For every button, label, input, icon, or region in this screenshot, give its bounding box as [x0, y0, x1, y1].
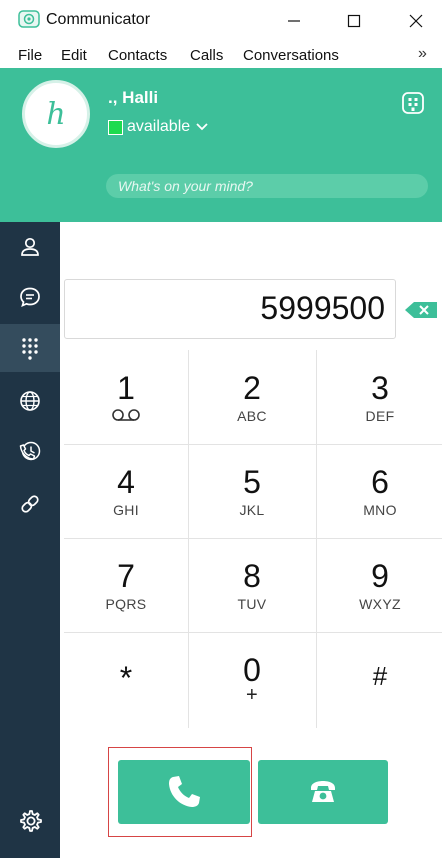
grid-divider	[316, 350, 317, 728]
profile-header: h ., Halli available	[0, 68, 442, 222]
key-9[interactable]: 9 WXYZ	[318, 538, 442, 632]
key-5[interactable]: 5 JKL	[190, 444, 314, 538]
app-icon	[18, 10, 40, 28]
settings-icon	[20, 810, 42, 832]
maximize-icon	[347, 14, 361, 28]
sidebar-item-chat[interactable]	[0, 273, 60, 321]
settings-button[interactable]	[18, 808, 44, 834]
menu-conversations[interactable]: Conversations	[243, 47, 339, 64]
status-selector[interactable]: available	[108, 118, 208, 136]
key-digit: 7	[117, 558, 135, 594]
key-1[interactable]: 1	[64, 350, 188, 444]
key-digit: 2	[243, 370, 261, 406]
key-digit: 8	[243, 558, 261, 594]
key-digit: 9	[371, 558, 389, 594]
chevron-down-icon	[196, 123, 208, 131]
key-digit: #	[372, 661, 388, 691]
key-letters: MNO	[363, 502, 397, 518]
key-0[interactable]: 0 +	[190, 632, 314, 726]
key-4[interactable]: 4 GHI	[64, 444, 188, 538]
key-letters: TUV	[237, 596, 267, 612]
sidebar-item-call-history[interactable]	[0, 428, 60, 476]
call-history-icon	[19, 441, 41, 461]
backspace-button[interactable]	[404, 301, 438, 319]
backspace-icon	[405, 302, 437, 318]
key-letters: ABC	[237, 408, 267, 424]
dialpad: 1 2 ABC 3 DEF 4 GHI 5 JKL 6 MNO 7 PQRS 8…	[64, 350, 442, 730]
key-hash[interactable]: #	[318, 632, 442, 726]
key-digit: 1	[117, 370, 135, 406]
desk-phone-button[interactable]	[258, 760, 388, 824]
chat-icon	[20, 287, 40, 307]
contacts-icon	[21, 237, 39, 256]
menu-contacts[interactable]: Contacts	[108, 47, 167, 64]
maximize-button[interactable]	[334, 6, 374, 36]
phone-icon	[169, 776, 200, 807]
sidebar-item-web[interactable]	[0, 377, 60, 425]
close-icon	[409, 14, 423, 28]
sidebar-item-links[interactable]	[0, 480, 60, 528]
key-8[interactable]: 8 TUV	[190, 538, 314, 632]
key-star[interactable]: *	[64, 632, 188, 726]
key-3[interactable]: 3 DEF	[318, 350, 442, 444]
close-button[interactable]	[396, 6, 436, 36]
key-letters: DEF	[365, 408, 395, 424]
call-button[interactable]	[118, 760, 250, 824]
dialpad-icon	[22, 338, 38, 360]
mood-input[interactable]	[106, 174, 428, 198]
menu-bar: File Edit Contacts Calls Conversations »	[0, 42, 442, 68]
window-title: Communicator	[46, 11, 151, 28]
key-digit: 6	[371, 464, 389, 500]
key-letters: JKL	[239, 502, 265, 518]
desk-phone-icon	[311, 781, 335, 802]
dialed-number: 5999500	[260, 290, 385, 326]
menu-file[interactable]: File	[18, 47, 42, 64]
sidebar-item-contacts[interactable]	[0, 223, 60, 271]
link-icon	[21, 495, 39, 513]
minimize-button[interactable]	[274, 6, 314, 36]
key-digit: 5	[243, 464, 261, 500]
status-indicator	[108, 119, 123, 135]
avatar[interactable]: h	[22, 80, 90, 148]
menu-edit[interactable]: Edit	[61, 47, 87, 64]
office-button[interactable]	[400, 90, 426, 116]
globe-icon	[20, 391, 40, 411]
voicemail-icon	[112, 409, 140, 421]
key-digit: *	[119, 660, 133, 696]
building-icon	[402, 92, 424, 114]
key-letters: WXYZ	[359, 596, 401, 612]
status-label: available	[127, 118, 191, 135]
key-7[interactable]: 7 PQRS	[64, 538, 188, 632]
grid-divider	[188, 350, 189, 728]
key-letters: PQRS	[105, 596, 147, 612]
sidebar-item-dialpad[interactable]	[0, 324, 60, 372]
minimize-icon	[288, 20, 300, 22]
user-name: ., Halli	[108, 88, 159, 107]
key-letters: GHI	[113, 502, 139, 518]
menu-calls[interactable]: Calls	[190, 47, 223, 64]
menu-overflow-button[interactable]: »	[418, 45, 427, 63]
avatar-letter: h	[46, 96, 66, 132]
key-digit: 0	[243, 652, 261, 688]
number-display[interactable]: 5999500	[64, 279, 396, 339]
title-bar: Communicator	[0, 0, 442, 42]
key-letters: +	[246, 684, 258, 706]
key-digit: 3	[371, 370, 389, 406]
sidebar	[0, 222, 60, 858]
key-digit: 4	[117, 464, 135, 500]
key-2[interactable]: 2 ABC	[190, 350, 314, 444]
key-6[interactable]: 6 MNO	[318, 444, 442, 538]
